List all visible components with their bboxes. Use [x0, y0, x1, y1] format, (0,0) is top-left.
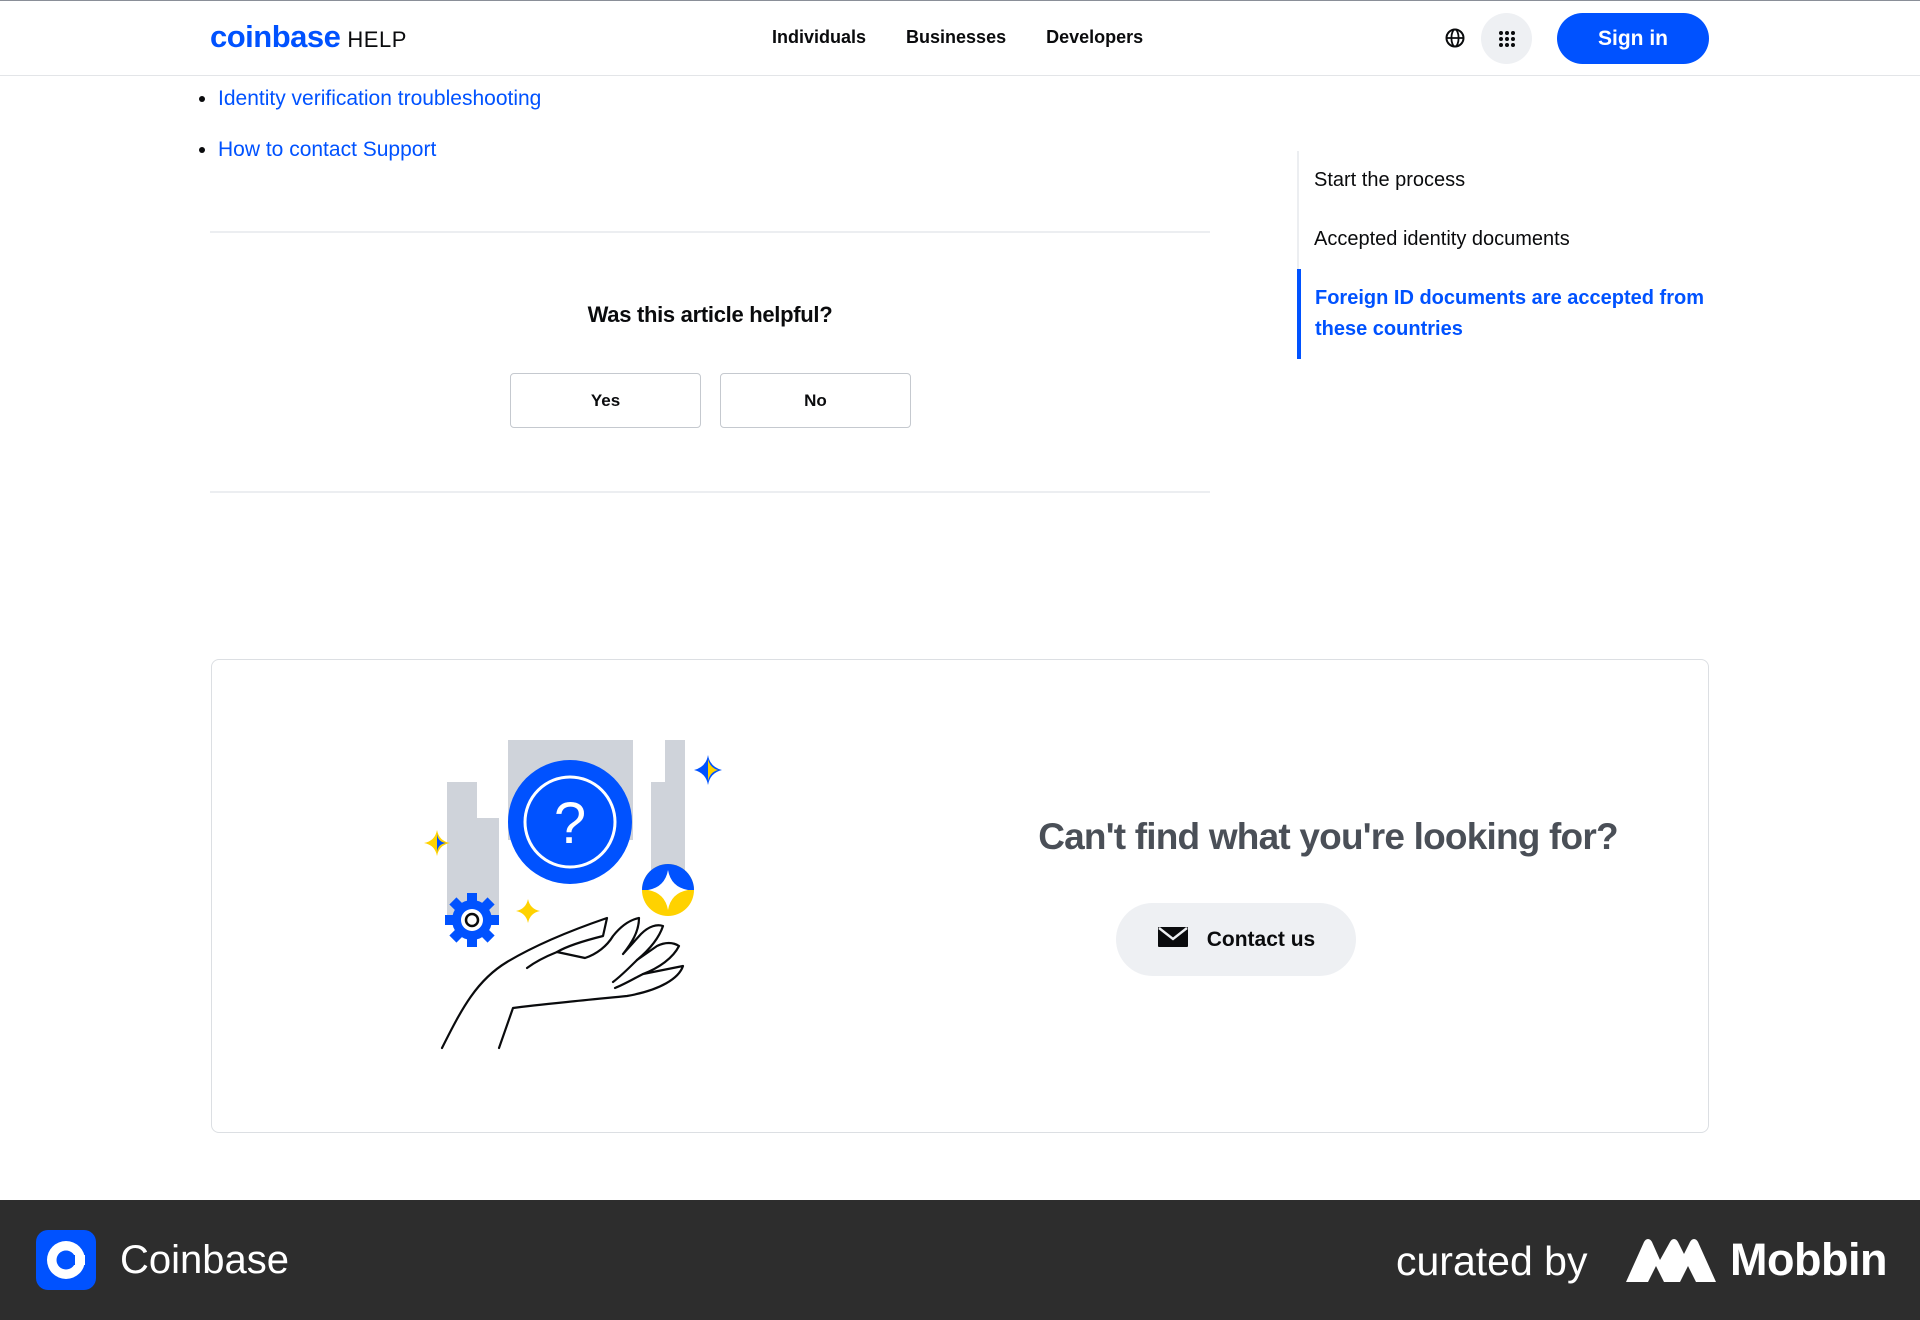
- nav-developers[interactable]: Developers: [1046, 27, 1143, 48]
- coinbase-help-logo[interactable]: coinbase HELP: [210, 19, 407, 55]
- link-identity-troubleshooting[interactable]: Identity verification troubleshooting: [218, 87, 541, 110]
- contact-support-card: ? Can't find what you're looking for? Co…: [211, 659, 1709, 1133]
- feedback-yes-button[interactable]: Yes: [510, 373, 701, 428]
- toc-item-foreign-id[interactable]: Foreign ID documents are accepted from t…: [1297, 269, 1757, 359]
- helpful-question: Was this article helpful?: [587, 302, 833, 327]
- section-divider: [210, 491, 1210, 493]
- envelope-icon: [1157, 926, 1189, 954]
- help-illustration: ?: [417, 740, 737, 1060]
- mobbin-footer: Coinbase curated by Mobbin: [0, 1200, 1920, 1320]
- mobbin-logo-icon: [1626, 1238, 1716, 1287]
- mobbin-wordmark: Mobbin: [1730, 1234, 1887, 1285]
- app-switcher-grid-icon[interactable]: [1481, 13, 1532, 64]
- logo-help-suffix: HELP: [347, 27, 407, 52]
- contact-us-button[interactable]: Contact us: [1116, 903, 1356, 976]
- table-of-contents: Start the process Accepted identity docu…: [1297, 151, 1757, 359]
- contact-us-label: Contact us: [1206, 927, 1316, 951]
- related-links-list: Identity verification troubleshooting Ho…: [218, 86, 541, 188]
- app-name: Coinbase: [120, 1238, 290, 1282]
- help-page: coinbase HELP Individuals Businesses Dev…: [0, 0, 1920, 1320]
- nav-individuals[interactable]: Individuals: [772, 27, 866, 48]
- sign-in-button[interactable]: Sign in: [1557, 13, 1709, 64]
- section-divider: [210, 231, 1210, 233]
- cant-find-heading: Can't find what you're looking for?: [1038, 816, 1618, 857]
- nav-businesses[interactable]: Businesses: [906, 27, 1006, 48]
- curated-by-label: curated by: [1396, 1238, 1588, 1284]
- link-contact-support[interactable]: How to contact Support: [218, 138, 436, 161]
- list-item: Identity verification troubleshooting: [218, 86, 541, 111]
- list-item: How to contact Support: [218, 137, 541, 162]
- logo-wordmark: coinbase: [210, 19, 341, 54]
- svg-text:?: ?: [554, 791, 586, 856]
- coinbase-app-icon: [36, 1230, 96, 1290]
- globe-icon[interactable]: [1442, 25, 1468, 51]
- toc-item-accepted-documents[interactable]: Accepted identity documents: [1299, 210, 1757, 269]
- top-navigation-bar: coinbase HELP Individuals Businesses Dev…: [0, 0, 1920, 76]
- toc-item-start-process[interactable]: Start the process: [1299, 151, 1757, 210]
- main-nav: Individuals Businesses Developers: [772, 27, 1143, 48]
- feedback-no-button[interactable]: No: [720, 373, 911, 428]
